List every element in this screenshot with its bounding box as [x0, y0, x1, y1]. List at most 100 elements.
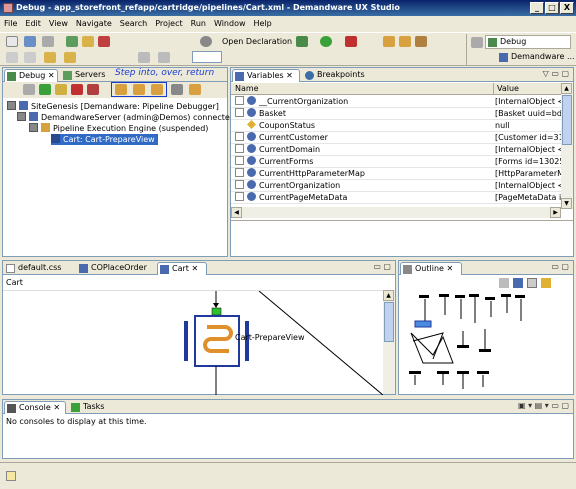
tree-item-engine[interactable]: Pipeline Execution Engine (suspended): [29, 123, 208, 134]
scroll-left-icon[interactable]: ◀: [231, 207, 242, 218]
table-row[interactable]: CurrentOrganization[InternalObject <co: [231, 180, 561, 192]
suspend-icon[interactable]: [55, 84, 67, 95]
print-icon[interactable]: [42, 36, 54, 47]
sort-icon[interactable]: [541, 278, 551, 288]
history-icon[interactable]: [200, 36, 212, 47]
tab-variables[interactable]: Variables ✕: [232, 69, 300, 82]
console-toolbar-icons[interactable]: ▣ ▾ ▤ ▾ ▭ ▢: [518, 401, 569, 410]
table-row[interactable]: __CurrentOrganization[InternalObject <co: [231, 96, 561, 108]
link-icon[interactable]: [138, 52, 150, 63]
tab-tasks[interactable]: Tasks: [69, 401, 115, 414]
drop-frame-icon[interactable]: [171, 84, 183, 95]
folder-open-icon[interactable]: [399, 36, 411, 47]
view-menu-icon[interactable]: ▽ ▭ ▢: [543, 69, 569, 78]
expand-icon[interactable]: [235, 96, 244, 105]
tab-default-css[interactable]: default.css: [4, 262, 72, 275]
menu-search[interactable]: Search: [120, 16, 147, 31]
tab-outline[interactable]: Outline ✕: [400, 262, 462, 275]
resume-icon[interactable]: [39, 84, 51, 95]
variables-hscroll[interactable]: ◀ ▶: [231, 207, 561, 218]
menu-help[interactable]: Help: [254, 16, 272, 31]
column-name-header[interactable]: Name: [235, 83, 259, 95]
close-icon[interactable]: ✕: [447, 264, 454, 273]
tab-debug[interactable]: Debug ✕: [4, 69, 58, 82]
menu-file[interactable]: File: [4, 16, 17, 31]
menu-project[interactable]: Project: [155, 16, 182, 31]
expand-icon[interactable]: [235, 144, 244, 153]
step-return-icon[interactable]: [151, 84, 163, 95]
toolbar-combo[interactable]: [192, 51, 222, 63]
scroll-down-icon[interactable]: ▼: [561, 198, 572, 209]
close-icon[interactable]: ✕: [53, 403, 60, 412]
step-into-icon[interactable]: [115, 84, 127, 95]
editor-minmax-icon[interactable]: ▭ ▢: [373, 262, 391, 271]
expand-icon[interactable]: [235, 156, 244, 165]
open-perspective-icon[interactable]: [471, 37, 483, 48]
collapse-icon[interactable]: [7, 101, 16, 110]
expand-icon[interactable]: [235, 168, 244, 177]
back-icon[interactable]: [44, 52, 56, 63]
tab-breakpoints[interactable]: Breakpoints: [303, 69, 369, 82]
filter-icon[interactable]: [499, 278, 509, 288]
open-declaration-button[interactable]: Open Declaration: [222, 37, 292, 46]
close-icon[interactable]: ✕: [286, 71, 293, 80]
scroll-right-icon[interactable]: ▶: [550, 207, 561, 218]
new-icon[interactable]: [6, 36, 18, 47]
menu-view[interactable]: View: [49, 16, 68, 31]
debug-perspective[interactable]: Debug: [485, 35, 571, 49]
table-row[interactable]: CouponStatus null: [231, 120, 561, 132]
collapse-icon[interactable]: [17, 112, 26, 121]
table-row[interactable]: CurrentPageMetaData[PageMetaData id=<: [231, 192, 561, 204]
tree-item-cart-frame[interactable]: Cart: Cart-PrepareView: [51, 134, 158, 145]
expand-icon[interactable]: [235, 108, 244, 117]
run-icon[interactable]: [320, 36, 332, 47]
tab-cart[interactable]: Cart ✕: [157, 262, 207, 275]
collapse-icon[interactable]: [29, 123, 38, 132]
table-row[interactable]: CurrentDomain[InternalObject <co: [231, 144, 561, 156]
tab-coplaceorder[interactable]: COPlaceOrder: [77, 262, 153, 275]
menu-edit[interactable]: Edit: [25, 16, 41, 31]
expand-icon[interactable]: [235, 132, 244, 141]
menu-window[interactable]: Window: [214, 16, 246, 31]
scroll-up-icon[interactable]: ▲: [383, 290, 394, 301]
close-icon[interactable]: ✕: [48, 71, 55, 80]
column-value-header[interactable]: Value: [493, 83, 519, 95]
external-tools-icon[interactable]: [345, 36, 357, 47]
detail-pane[interactable]: [231, 220, 573, 256]
tree-item-sitegenesis[interactable]: SiteGenesis [Demandware: Pipeline Debugg…: [7, 101, 219, 112]
variables-vscroll[interactable]: ▲ ▼: [561, 83, 573, 209]
next-annotation-icon[interactable]: [24, 52, 36, 63]
scroll-thumb[interactable]: [562, 95, 572, 145]
pencil-icon[interactable]: [415, 36, 427, 47]
node-start-marker[interactable]: [211, 307, 222, 316]
folder-icon[interactable]: [383, 36, 395, 47]
editor-vscroll[interactable]: ▲: [383, 290, 395, 394]
scroll-up-icon[interactable]: ▲: [561, 83, 572, 94]
close-button[interactable]: X: [560, 2, 574, 14]
new-server-icon[interactable]: [66, 36, 78, 47]
remove-terminated-icon[interactable]: [23, 84, 35, 95]
forward-icon[interactable]: [64, 52, 76, 63]
disconnect-icon[interactable]: [87, 84, 99, 95]
menu-navigate[interactable]: Navigate: [76, 16, 112, 31]
table-row[interactable]: CurrentCustomer[Customer id=3188:: [231, 132, 561, 144]
tab-servers[interactable]: Servers: [61, 69, 111, 82]
step-over-icon[interactable]: [133, 84, 145, 95]
expand-icon[interactable]: [235, 180, 244, 189]
tab-console[interactable]: Console ✕: [4, 401, 66, 414]
terminate-icon[interactable]: [71, 84, 83, 95]
status-icon[interactable]: [6, 471, 16, 481]
menu-run[interactable]: Run: [191, 16, 206, 31]
demandware-perspective[interactable]: Demandware ...: [499, 51, 575, 65]
outline-view-icon[interactable]: [527, 278, 537, 288]
use-step-filters-icon[interactable]: [189, 84, 201, 95]
table-row[interactable]: CurrentForms[Forms id=1302592(: [231, 156, 561, 168]
table-row[interactable]: CurrentHttpParameterMap[HttpParameterMap: [231, 168, 561, 180]
expand-icon[interactable]: [235, 192, 244, 201]
pipeline-canvas[interactable]: Cart-PrepareView: [3, 290, 384, 396]
close-icon[interactable]: ✕: [191, 264, 198, 273]
table-row[interactable]: Basket[Basket uuid=bdngo: [231, 108, 561, 120]
branch-icon[interactable]: [158, 52, 170, 63]
tree-icon[interactable]: [513, 278, 523, 288]
scroll-thumb[interactable]: [384, 302, 394, 342]
